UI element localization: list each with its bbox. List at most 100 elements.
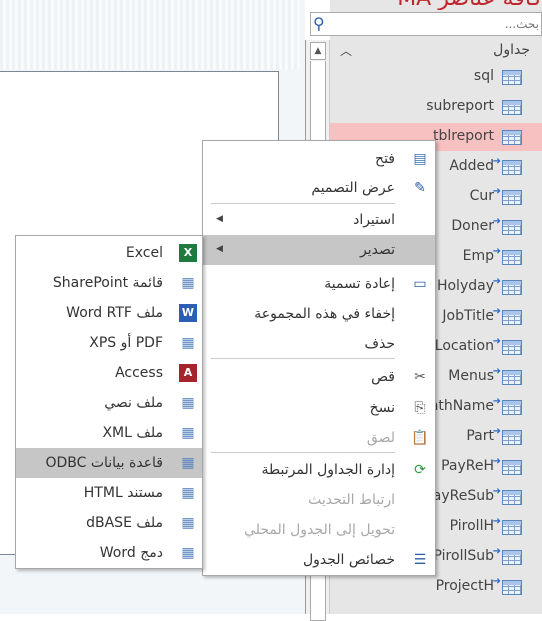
menu-item[interactable]: فتح ▤ [203,144,435,174]
search-icon[interactable]: ⚲ [313,14,325,33]
rename-icon: ▭ [413,276,427,292]
linked-table-icon [502,280,522,295]
link-arrow-icon: ➜ [492,336,501,347]
export-item[interactable]: ملف XML ▦ [16,418,202,448]
word-icon: W [179,304,197,322]
nav-item-label: PayReH [441,458,494,474]
link-arrow-icon: ➜ [492,426,501,437]
link-arrow-icon: ➜ [492,366,501,377]
properties-icon: ☰ [413,552,427,568]
link-arrow-icon: ➜ [492,246,501,257]
linked-table-icon [502,340,522,355]
link-arrow-icon: ➜ [492,396,501,407]
menu-item-label: قص [371,369,395,385]
linked-table-icon [502,580,522,595]
export-item-label: ملف نصي [104,395,163,411]
design-view-icon: ✎ [414,180,426,196]
menu-item[interactable]: إدارة الجداول المرتبطة ⟳ [203,455,435,485]
nav-item-label: subreport [426,98,494,114]
menu-item[interactable]: قص ✂ [203,362,435,392]
export-item[interactable]: ملف dBASE ▦ [16,508,202,538]
search-box: ⚲ [310,12,542,36]
xml-icon: ▦ [181,425,195,441]
export-item-label: Access [115,365,163,381]
paste-icon: 📋 [411,430,429,446]
export-item-label: ملف dBASE [86,515,163,531]
submenu-arrow-icon: ◀ [216,214,223,224]
dbase-icon: ▦ [181,515,195,531]
nav-item-label: Location [434,338,494,354]
export-item[interactable]: PDF أو XPS ▦ [16,328,202,358]
nav-item-label: tblreport [432,128,494,144]
menu-item: تحويل إلى الجدول المحلي [203,515,435,545]
scroll-up-button[interactable]: ▲ [310,42,326,60]
linked-table-icon [502,160,522,175]
table-icon [502,100,522,115]
link-arrow-icon: ➜ [492,156,501,167]
chevron-up-icon[interactable]: ︿ [340,42,352,59]
export-item-label: دمج Word [99,545,163,561]
form-header-background [0,0,300,70]
menu-item[interactable]: إعادة تسمية ▭ [203,269,435,299]
menu-item-label: عرض التصميم [311,180,395,196]
export-item-label: قائمة SharePoint [52,275,163,291]
linked-table-icon [502,190,522,205]
export-item-label: قاعدة بيانات ODBC [45,455,163,471]
nav-item-label: Menus [448,368,494,384]
nav-item-subreport[interactable]: subreport [330,93,542,121]
linked-table-icon [502,550,522,565]
word-merge-icon: ▦ [181,545,195,561]
menu-item-label: تصدير [359,242,395,258]
menu-item[interactable]: تصدير ◀ [203,235,435,265]
menu-item[interactable]: استيراد ◀ [203,205,435,235]
nav-item-label: ProjectH [435,578,494,594]
menu-item[interactable]: خصائص الجدول ☰ [203,545,435,575]
group-header-tables[interactable]: ︿ جداول [340,42,535,62]
menu-item-label: فتح [375,151,395,167]
nav-item-projecth[interactable]: ProjectH ➜ [330,573,542,601]
menu-item[interactable]: عرض التصميم ✎ [203,173,435,203]
export-item-label: PDF أو XPS [89,335,163,351]
link-arrow-icon: ➜ [492,516,501,527]
export-item-label: مستند HTML [83,485,163,501]
nav-item-sql[interactable]: sql [330,63,542,91]
nav-item-label: JobTitle [442,308,494,324]
search-input[interactable] [333,15,539,33]
export-item[interactable]: Excel X [16,238,202,268]
context-menu: فتح ▤ عرض التصميم ✎ استيراد ◀ تصدير ◀ إعادة تسمي… [202,140,436,576]
linked-table-icon [502,370,522,385]
table-icon [502,130,522,145]
menu-item[interactable]: إخفاء في هذه المجموعة [203,299,435,329]
export-item[interactable]: ملف Word RTF W [16,298,202,328]
export-item[interactable]: قاعدة بيانات ODBC ▦ [16,448,202,478]
navpane-title[interactable]: كافة عناصر MA [340,0,542,10]
submenu-arrow-icon: ◀ [216,244,223,254]
text-file-icon: ▦ [181,395,195,411]
nav-item-label: Emp [462,248,494,264]
menu-item: ارتباط التحديث [203,485,435,515]
odbc-icon: ▦ [181,455,195,471]
nav-item-label: PirollH [449,518,494,534]
linked-table-icon [502,310,522,325]
linked-table-icon [502,220,522,235]
menu-item-label: ارتباط التحديث [308,492,395,508]
linked-table-icon [502,490,522,505]
linked-table-manager-icon: ⟳ [414,462,426,478]
export-item[interactable]: مستند HTML ▦ [16,478,202,508]
export-item[interactable]: ملف نصي ▦ [16,388,202,418]
export-item[interactable]: دمج Word ▦ [16,538,202,568]
menu-item[interactable]: نسخ ⎘ [203,393,435,423]
linked-table-icon [502,250,522,265]
export-item[interactable]: قائمة SharePoint ▦ [16,268,202,298]
link-arrow-icon: ➜ [492,546,501,557]
link-arrow-icon: ➜ [492,456,501,467]
link-arrow-icon: ➜ [492,186,501,197]
linked-table-icon [502,400,522,415]
linked-table-icon [502,460,522,475]
export-item[interactable]: Access A [16,358,202,388]
menu-item-label: إدارة الجداول المرتبطة [261,462,395,478]
menu-item[interactable]: حذف [203,329,435,359]
nav-item-label: PirollSub [433,548,494,564]
menu-separator [211,203,395,204]
copy-icon: ⎘ [414,400,426,416]
